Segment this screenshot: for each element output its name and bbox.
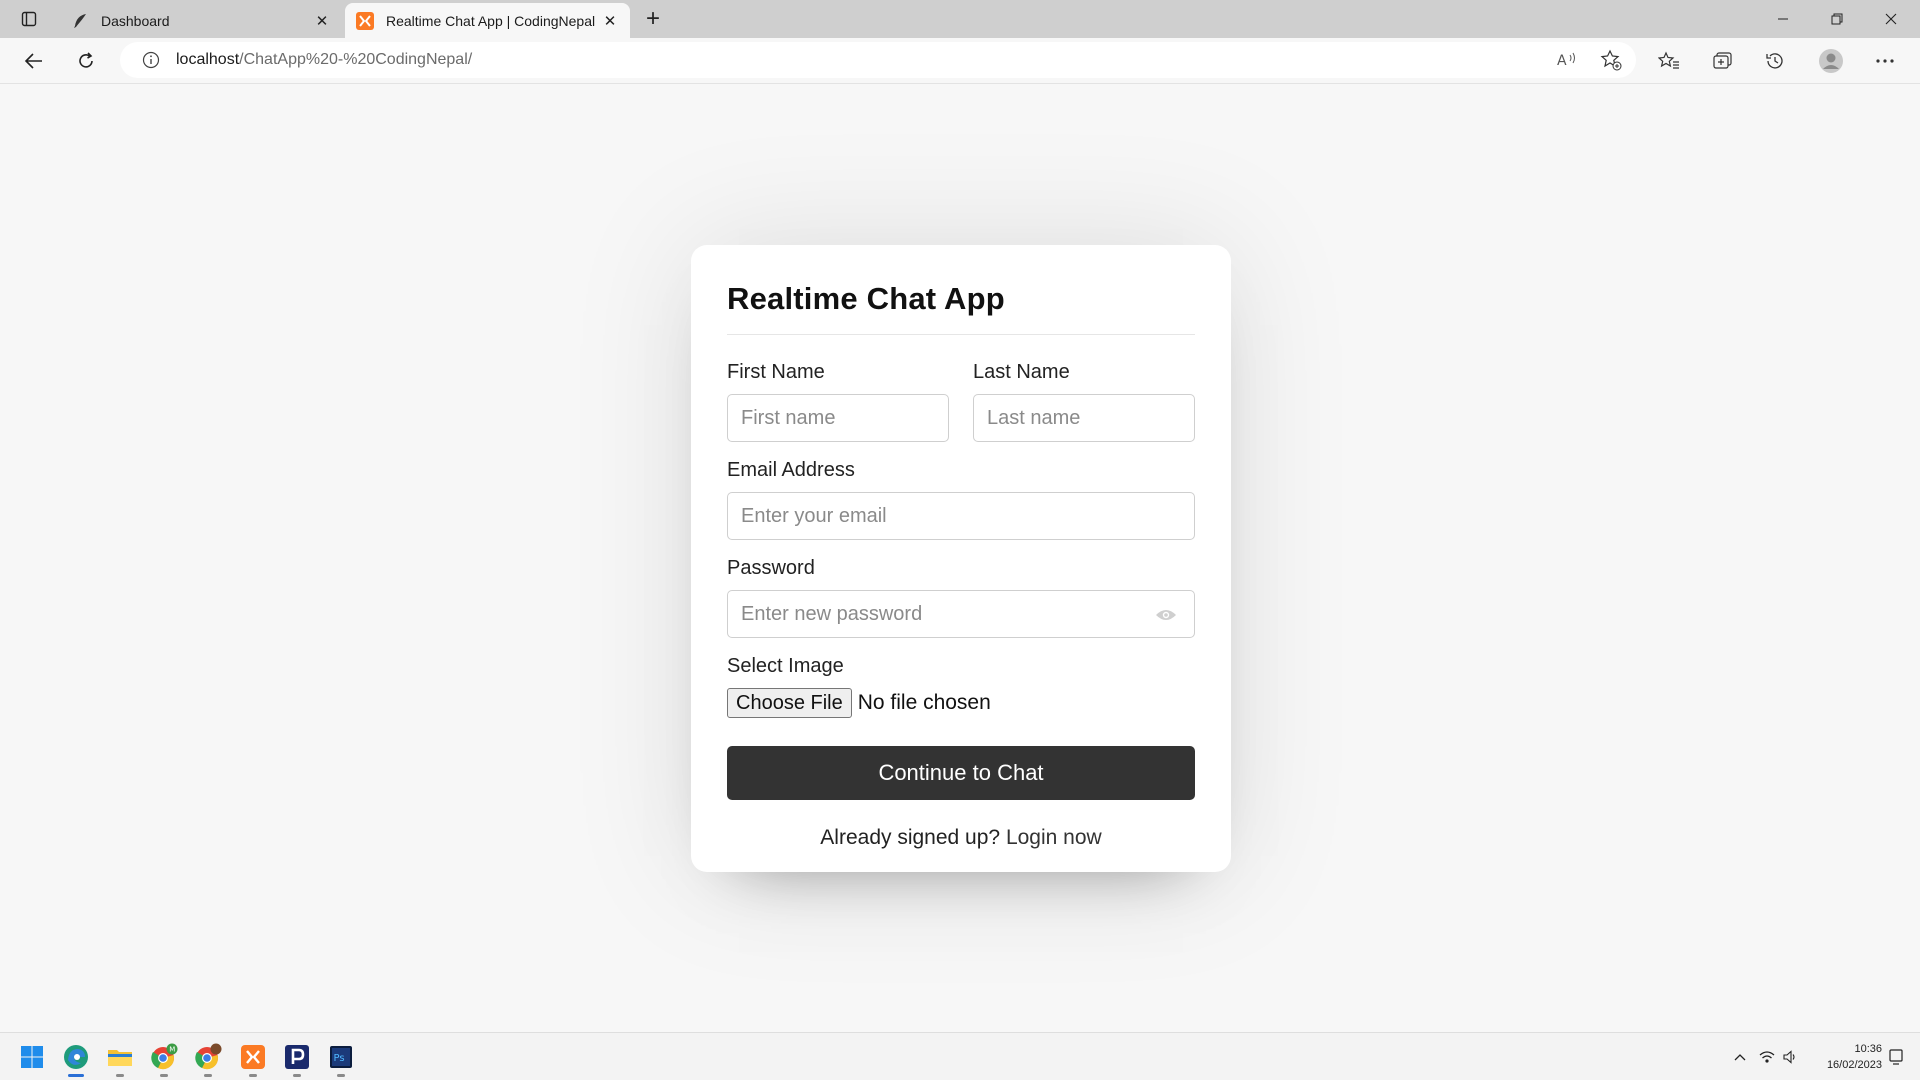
system-clock[interactable]: 10:36 16/02/2023 xyxy=(1810,1041,1882,1073)
url-text: localhost/ChatApp%20-%20CodingNepal/ xyxy=(176,51,473,68)
choose-file-button[interactable]: Choose File xyxy=(727,688,852,718)
tab-chat-app[interactable]: Realtime Chat App | CodingNepal ✕ xyxy=(345,3,630,38)
address-toolbar: localhost/ChatApp%20-%20CodingNepal/ A xyxy=(0,38,1920,84)
clock-date: 16/02/2023 xyxy=(1826,1059,1882,1071)
windows-start-icon[interactable] xyxy=(16,1041,48,1073)
windows-taskbar: M Ps 10:36 16/02/2023 xyxy=(0,1032,1920,1080)
password-input[interactable]: Enter new password xyxy=(727,590,1195,638)
svg-text:Ps: Ps xyxy=(334,1053,345,1064)
add-favorite-icon[interactable] xyxy=(1596,48,1626,72)
chrome-profile-2-icon[interactable] xyxy=(192,1041,224,1077)
photoshop-icon[interactable]: Ps xyxy=(325,1041,357,1077)
volume-icon[interactable] xyxy=(1780,1045,1800,1069)
tab-title: Realtime Chat App | CodingNepal xyxy=(386,12,596,29)
show-hidden-icons-chevron-icon[interactable] xyxy=(1730,1045,1750,1069)
name-row: First Name First name Last Name Last nam… xyxy=(727,361,1195,442)
close-tab-icon[interactable]: ✕ xyxy=(312,11,332,31)
form-title: Realtime Chat App xyxy=(727,281,1005,316)
password-placeholder: Enter new password xyxy=(741,602,923,625)
running-indicator xyxy=(204,1074,212,1077)
title-divider xyxy=(727,334,1195,335)
first-name-field: First Name First name xyxy=(727,361,949,442)
running-indicator xyxy=(249,1074,257,1077)
image-field: Select Image Choose File No file chosen xyxy=(727,655,1195,718)
file-picker: Choose File No file chosen xyxy=(727,688,1195,718)
feather-icon xyxy=(70,11,90,31)
wifi-icon[interactable] xyxy=(1756,1045,1778,1069)
file-explorer-icon[interactable] xyxy=(104,1041,136,1077)
clock-time: 10:36 xyxy=(1854,1043,1882,1055)
signin-text: Already signed up? xyxy=(820,826,1001,849)
file-status: No file chosen xyxy=(857,691,991,714)
url-field[interactable]: localhost/ChatApp%20-%20CodingNepal/ A xyxy=(120,42,1636,78)
read-aloud-icon[interactable]: A xyxy=(1552,48,1582,72)
signup-form: Realtime Chat App First Name First name … xyxy=(691,245,1231,872)
password-field: Password Enter new password xyxy=(727,557,1195,638)
tab-actions-icon[interactable] xyxy=(14,6,44,32)
last-name-label: Last Name xyxy=(973,361,1070,383)
new-tab-button[interactable]: + xyxy=(638,5,668,33)
continue-to-chat-button[interactable]: Continue to Chat xyxy=(727,746,1195,800)
running-indicator xyxy=(160,1074,168,1077)
browser-tab-bar: Dashboard ✕ Realtime Chat App | CodingNe… xyxy=(0,0,1920,38)
site-info-icon[interactable] xyxy=(140,49,162,71)
show-password-eye-icon[interactable] xyxy=(1154,604,1178,626)
xampp-icon xyxy=(355,11,375,31)
history-icon[interactable] xyxy=(1758,46,1792,76)
first-name-input[interactable]: First name xyxy=(727,394,949,442)
minimize-icon[interactable] xyxy=(1756,0,1810,38)
tab-dashboard[interactable]: Dashboard ✕ xyxy=(60,3,342,38)
chrome-profile-m-icon[interactable]: M xyxy=(148,1041,180,1077)
email-field: Email Address Enter your email xyxy=(727,459,1195,540)
close-window-icon[interactable] xyxy=(1864,0,1918,38)
running-indicator xyxy=(337,1074,345,1077)
back-icon[interactable] xyxy=(18,46,50,76)
image-label: Select Image xyxy=(727,655,844,677)
svg-text:A: A xyxy=(1557,53,1567,69)
edge-icon[interactable] xyxy=(60,1041,92,1077)
more-options-icon[interactable] xyxy=(1868,46,1902,76)
restore-icon[interactable] xyxy=(1810,0,1864,38)
xampp-icon[interactable] xyxy=(237,1041,269,1077)
signin-prompt: Already signed up? Login now xyxy=(727,826,1195,850)
first-name-label: First Name xyxy=(727,361,825,383)
email-label: Email Address xyxy=(727,459,855,481)
svg-text:M: M xyxy=(169,1046,175,1054)
email-input[interactable]: Enter your email xyxy=(727,492,1195,540)
refresh-icon[interactable] xyxy=(70,46,102,76)
running-indicator xyxy=(293,1074,301,1077)
notification-icon[interactable] xyxy=(1886,1045,1906,1069)
running-indicator xyxy=(116,1074,124,1077)
tab-title: Dashboard xyxy=(101,12,170,29)
last-name-input[interactable]: Last name xyxy=(973,394,1195,442)
close-tab-icon[interactable]: ✕ xyxy=(600,11,620,31)
active-indicator xyxy=(68,1074,84,1077)
profile-avatar-icon[interactable] xyxy=(1814,46,1848,76)
pandora-p-icon[interactable] xyxy=(281,1041,313,1077)
collections-icon[interactable] xyxy=(1706,46,1740,76)
favorites-icon[interactable] xyxy=(1652,46,1686,76)
login-now-link[interactable]: Login now xyxy=(1006,826,1102,849)
password-label: Password xyxy=(727,557,815,579)
last-name-field: Last Name Last name xyxy=(973,361,1195,442)
